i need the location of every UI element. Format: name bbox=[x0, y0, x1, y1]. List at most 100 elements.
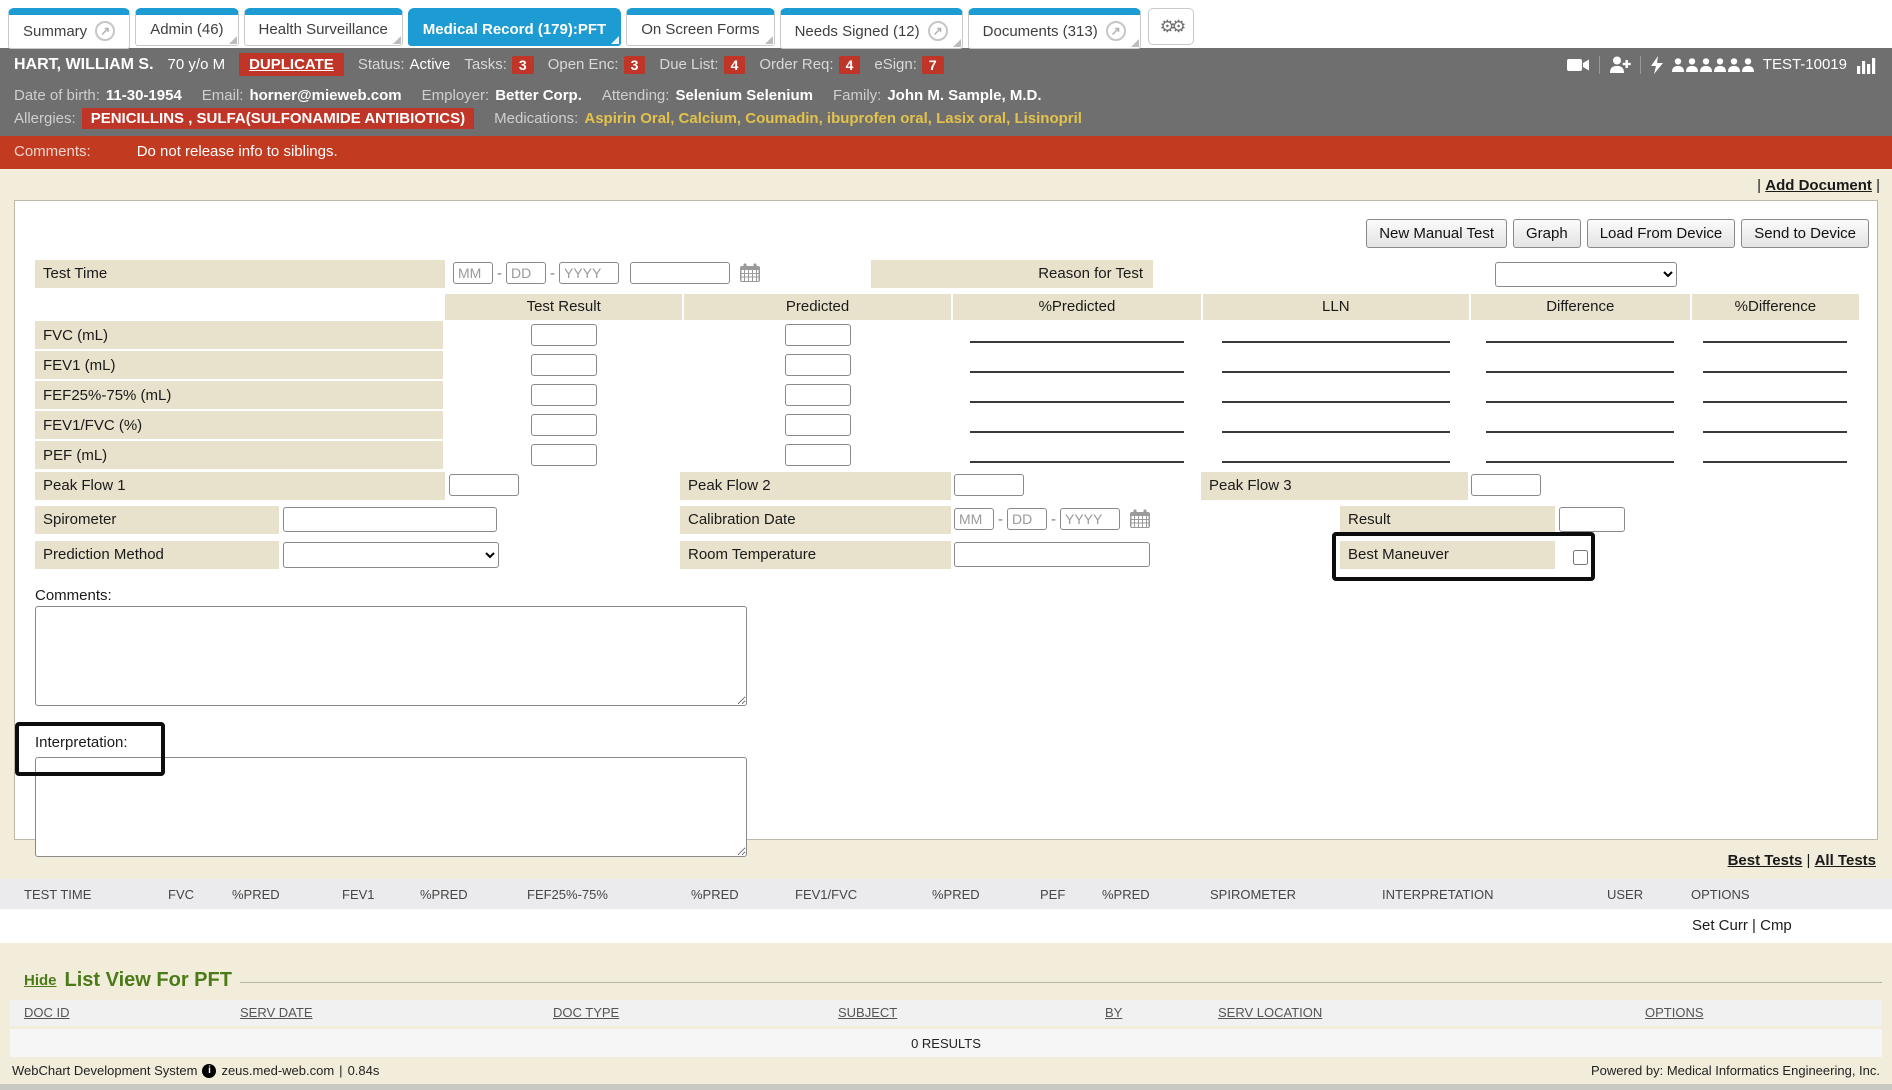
col-doc-type[interactable]: DOC TYPE bbox=[553, 1005, 619, 1020]
calendar-icon[interactable] bbox=[1129, 509, 1151, 529]
duplicate-badge[interactable]: DUPLICATE bbox=[239, 53, 344, 76]
lightning-icon[interactable] bbox=[1650, 56, 1663, 74]
status-value: Active bbox=[410, 56, 451, 73]
test-time-row: Test Time - - bbox=[35, 260, 1861, 290]
tab-admin-label: Admin (46) bbox=[150, 21, 223, 38]
col-subject[interactable]: SUBJECT bbox=[838, 1005, 897, 1020]
reason-for-test-label: Reason for Test bbox=[871, 260, 1153, 288]
test-result-input[interactable] bbox=[531, 324, 597, 346]
interpretation-textarea[interactable] bbox=[35, 757, 747, 857]
lln-value bbox=[1222, 387, 1451, 403]
predicted-input[interactable] bbox=[785, 444, 851, 466]
peak-flow-1-input[interactable] bbox=[449, 474, 519, 496]
prediction-method-select[interactable] bbox=[283, 542, 499, 568]
cmp-link[interactable]: Cmp bbox=[1760, 917, 1792, 934]
hide-link[interactable]: Hide bbox=[24, 972, 57, 989]
tasks-count-badge[interactable]: 3 bbox=[512, 56, 534, 74]
set-curr-link[interactable]: Set Curr bbox=[1692, 917, 1748, 934]
test-time-year-input[interactable] bbox=[559, 262, 619, 284]
email-label: Email: bbox=[202, 87, 244, 104]
system-id: TEST-10019 bbox=[1763, 56, 1847, 73]
spirometer-input[interactable] bbox=[283, 507, 497, 532]
calendar-icon[interactable] bbox=[739, 263, 761, 283]
status-label: Status: bbox=[358, 56, 405, 73]
tab-medical-record[interactable]: Medical Record (179):PFT bbox=[408, 8, 621, 46]
percent-predicted-value bbox=[970, 447, 1183, 463]
due-list-count-badge[interactable]: 4 bbox=[724, 56, 746, 74]
order-req-count-badge[interactable]: 4 bbox=[839, 56, 861, 74]
test-time-month-input[interactable] bbox=[453, 262, 493, 284]
percent-predicted-value bbox=[970, 327, 1183, 343]
load-from-device-button[interactable]: Load From Device bbox=[1587, 219, 1736, 248]
separator: | bbox=[1752, 917, 1756, 934]
test-time-day-input[interactable] bbox=[506, 262, 546, 284]
test-result-input[interactable] bbox=[531, 444, 597, 466]
active-users-icons[interactable] bbox=[1672, 58, 1754, 72]
add-document-row: | Add Document | bbox=[0, 169, 1892, 198]
tab-needs-signed[interactable]: Needs Signed (12) ↗ bbox=[780, 8, 963, 49]
video-camera-icon[interactable] bbox=[1567, 57, 1590, 73]
bar-chart-icon[interactable] bbox=[1856, 56, 1878, 74]
test-result-input[interactable] bbox=[531, 384, 597, 406]
tab-documents[interactable]: Documents (313) ↗ bbox=[968, 8, 1141, 49]
external-link-icon[interactable]: ↗ bbox=[1106, 21, 1126, 41]
difference-value bbox=[1486, 387, 1674, 403]
allergies-badge[interactable]: PENICILLINS , SULFA(SULFONAMIDE ANTIBIOT… bbox=[82, 108, 474, 129]
room-temperature-input[interactable] bbox=[954, 542, 1150, 567]
best-maneuver-checkbox[interactable] bbox=[1573, 550, 1588, 565]
lln-value bbox=[1222, 417, 1451, 433]
calibration-year-input[interactable] bbox=[1060, 508, 1120, 530]
tab-documents-label: Documents (313) bbox=[983, 23, 1098, 40]
col-serv-date[interactable]: SERV DATE bbox=[240, 1005, 312, 1020]
family-value: John M. Sample, M.D. bbox=[887, 87, 1041, 104]
medications-list[interactable]: Aspirin Oral, Calcium, Coumadin, ibuprof… bbox=[584, 110, 1082, 127]
test-result-input[interactable] bbox=[531, 414, 597, 436]
predicted-input[interactable] bbox=[785, 354, 851, 376]
test-time-time-input[interactable] bbox=[630, 262, 730, 284]
divider bbox=[240, 982, 1882, 983]
column-percent-difference: %Difference bbox=[1692, 294, 1859, 320]
lln-value bbox=[1222, 327, 1451, 343]
add-person-icon[interactable] bbox=[1609, 56, 1631, 73]
peak-flow-3-input[interactable] bbox=[1471, 474, 1541, 496]
add-document-link[interactable]: Add Document bbox=[1765, 177, 1872, 194]
predicted-input[interactable] bbox=[785, 324, 851, 346]
predicted-input[interactable] bbox=[785, 414, 851, 436]
percent-difference-value bbox=[1703, 447, 1847, 463]
calibration-month-input[interactable] bbox=[954, 508, 994, 530]
reason-for-test-select[interactable] bbox=[1495, 262, 1677, 287]
result-input[interactable] bbox=[1559, 507, 1625, 532]
test-result-input[interactable] bbox=[531, 354, 597, 376]
tab-health-surveillance[interactable]: Health Surveillance bbox=[244, 8, 403, 46]
external-link-icon[interactable]: ↗ bbox=[95, 21, 115, 41]
peak-flow-3-label: Peak Flow 3 bbox=[1201, 472, 1468, 500]
percent-predicted-value bbox=[970, 357, 1183, 373]
tab-summary-label: Summary bbox=[23, 23, 87, 40]
separator: | bbox=[1757, 177, 1761, 194]
esign-count-badge[interactable]: 7 bbox=[922, 56, 944, 74]
col-serv-location[interactable]: SERV LOCATION bbox=[1218, 1005, 1322, 1020]
tab-admin[interactable]: Admin (46) bbox=[135, 8, 238, 46]
tab-summary[interactable]: Summary ↗ bbox=[8, 8, 130, 49]
col-test-time: TEST TIME bbox=[24, 887, 168, 902]
send-to-device-button[interactable]: Send to Device bbox=[1741, 219, 1869, 248]
graph-button[interactable]: Graph bbox=[1513, 219, 1581, 248]
interpretation-section: Interpretation: bbox=[35, 720, 1861, 857]
predicted-input[interactable] bbox=[785, 384, 851, 406]
comments-textarea[interactable] bbox=[35, 606, 747, 706]
col-doc-options[interactable]: OPTIONS bbox=[1645, 1005, 1704, 1020]
chart-comments-bar: Comments: Do not release info to sibling… bbox=[0, 136, 1892, 169]
interpretation-label: Interpretation: bbox=[35, 720, 1861, 755]
open-enc-count-badge[interactable]: 3 bbox=[624, 56, 646, 74]
peak-flow-row: Peak Flow 1 Peak Flow 2 Peak Flow 3 bbox=[35, 472, 1861, 504]
peak-flow-2-input[interactable] bbox=[954, 474, 1024, 496]
attending-label: Attending: bbox=[602, 87, 670, 104]
external-link-icon[interactable]: ↗ bbox=[928, 21, 948, 41]
settings-gear-button[interactable]: ⚙⚙ bbox=[1148, 8, 1194, 45]
calibration-day-input[interactable] bbox=[1007, 508, 1047, 530]
new-manual-test-button[interactable]: New Manual Test bbox=[1366, 219, 1507, 248]
col-doc-id[interactable]: DOC ID bbox=[24, 1005, 70, 1020]
tab-on-screen-forms[interactable]: On Screen Forms bbox=[626, 8, 774, 46]
info-icon[interactable]: i bbox=[202, 1064, 216, 1078]
col-by[interactable]: BY bbox=[1105, 1005, 1122, 1020]
